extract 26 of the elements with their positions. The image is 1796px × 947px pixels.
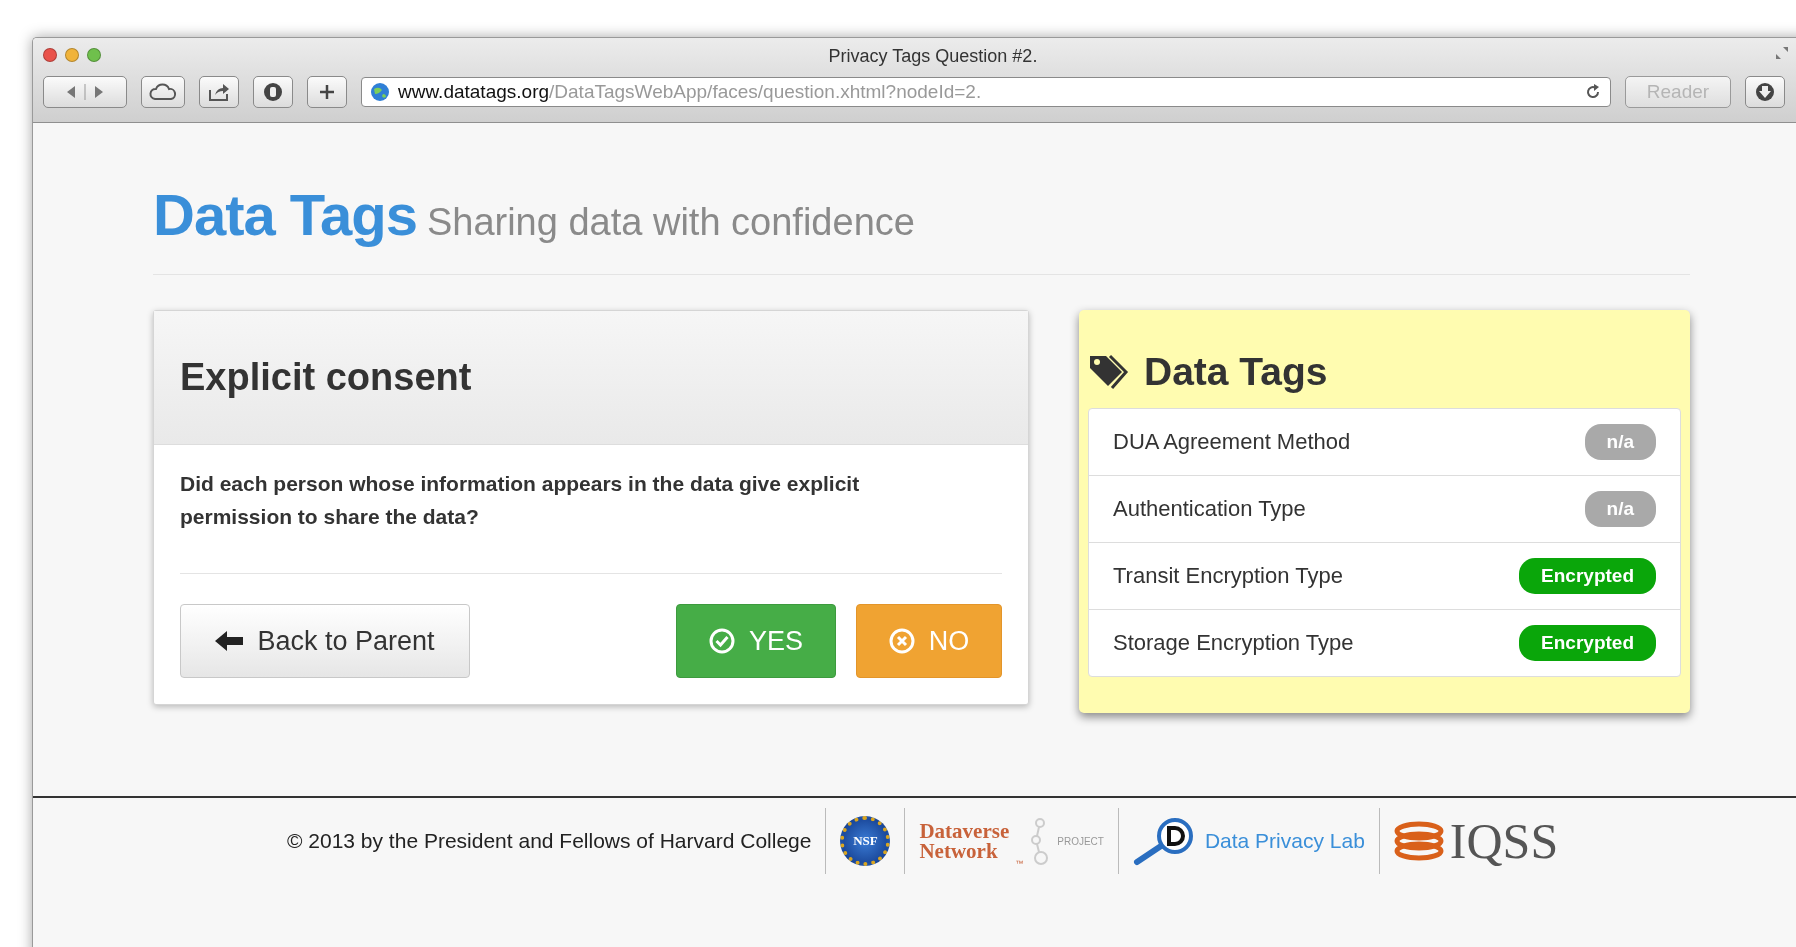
trademark-mark: ™ <box>1015 859 1024 868</box>
tag-name: Authentication Type <box>1113 496 1306 522</box>
dataverse-logo-text[interactable]: Dataverse <box>919 821 1010 841</box>
tag-value: n/a <box>1584 491 1656 527</box>
address-field[interactable]: www.datatags.org/DataTagsWebApp/faces/question.xhtml?nodeId=2. <box>361 77 1611 107</box>
data-privacy-lab-link[interactable]: Data Privacy Lab <box>1204 829 1365 853</box>
tag-value: Encrypted <box>1519 625 1656 661</box>
yes-button[interactable]: YES <box>676 604 836 678</box>
site-title: Data Tags <box>153 181 417 248</box>
question-title: Explicit consent <box>180 356 472 399</box>
nsf-logo[interactable]: NSF <box>840 816 891 866</box>
tag-name: DUA Agreement Method <box>1113 429 1351 455</box>
iqss-logo-text[interactable]: IQSS <box>1449 812 1559 870</box>
copyright-text: © 2013 by the President and Fellows of Harvard College <box>287 829 812 853</box>
window-title: Privacy Tags Question #2. <box>828 46 1038 67</box>
back-button[interactable]: Back to Parent <box>180 604 470 678</box>
dataverse-logo-text[interactable]: Network <box>919 841 1010 861</box>
tag-name: Storage Encryption Type <box>1113 630 1354 656</box>
site-tagline: Sharing data with confidence <box>426 201 915 244</box>
project-label: PROJECT <box>1057 835 1104 847</box>
question-text: Did each person whose information appears in the data give explicit permission to share the data? <box>180 471 861 530</box>
tag-value: Encrypted <box>1519 558 1656 594</box>
tags-title: Data Tags <box>1144 350 1328 394</box>
no-button[interactable]: NO <box>856 604 1002 678</box>
tag-name: Transit Encryption Type <box>1113 563 1343 589</box>
tag-value: n/a <box>1584 424 1656 460</box>
